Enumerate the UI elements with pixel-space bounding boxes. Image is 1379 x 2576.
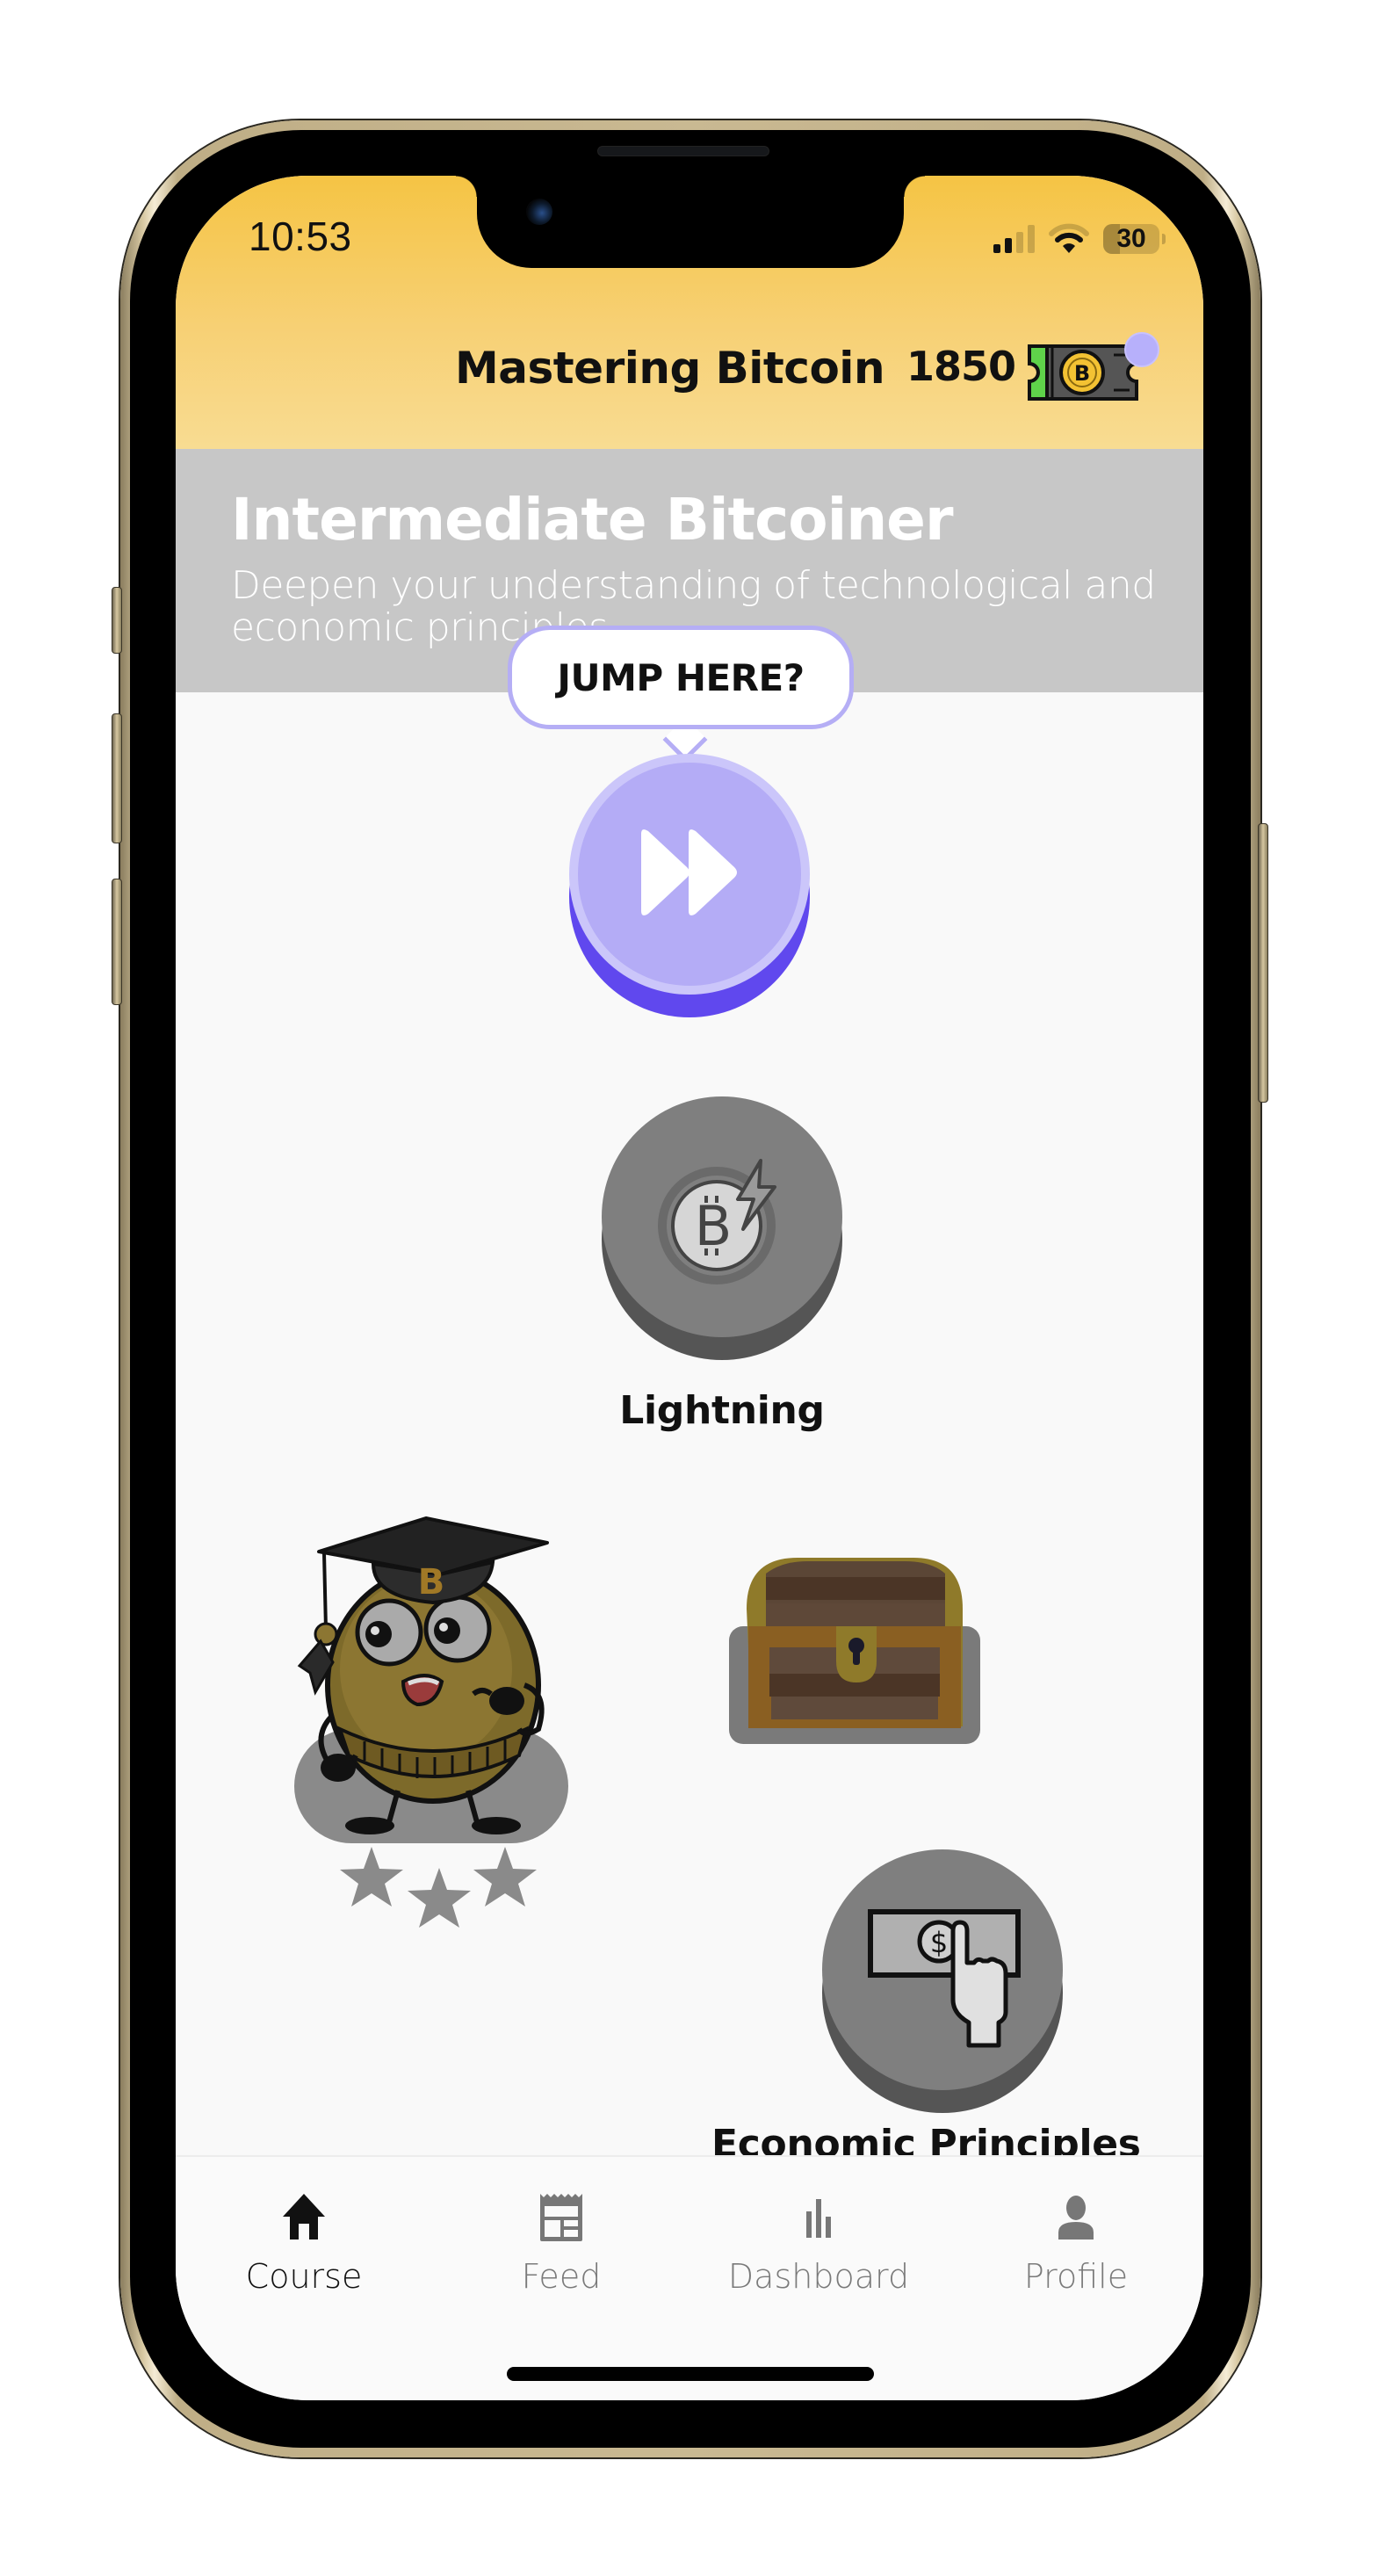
treasure-chest-icon[interactable] bbox=[729, 1542, 980, 1744]
points-count: 1850 bbox=[906, 343, 1016, 390]
tab-course[interactable]: Course bbox=[207, 2189, 401, 2296]
svg-text:B: B bbox=[1074, 361, 1090, 386]
person-icon bbox=[1058, 2196, 1094, 2240]
jump-here-bubble[interactable]: JUMP HERE? bbox=[508, 626, 854, 729]
front-camera bbox=[526, 199, 552, 225]
volume-up-button bbox=[112, 713, 122, 843]
jump-button-face bbox=[569, 754, 810, 995]
graduate-mascot[interactable]: B bbox=[294, 1474, 575, 1843]
tab-course-label: Course bbox=[245, 2257, 363, 2296]
volume-down-button bbox=[112, 879, 122, 1005]
home-icon bbox=[283, 2194, 325, 2240]
course-title[interactable]: Mastering Bitcoin bbox=[455, 343, 885, 394]
tab-bar: Course Feed Dashboard Profile bbox=[176, 2155, 1203, 2400]
svg-text:B: B bbox=[695, 1194, 733, 1258]
earpiece-speaker bbox=[597, 146, 769, 156]
cash-hand-icon: $ bbox=[868, 1909, 1021, 2048]
economic-node-face: $ bbox=[822, 1849, 1063, 2090]
tab-feed-label: Feed bbox=[521, 2257, 602, 2296]
power-button bbox=[1258, 823, 1268, 1103]
status-time: 10:53 bbox=[249, 213, 352, 259]
lesson-node-economic-principles[interactable]: $ bbox=[822, 1849, 1063, 2113]
notch bbox=[456, 176, 925, 268]
rating-stars bbox=[340, 1847, 537, 1928]
wifi-icon bbox=[1049, 223, 1089, 253]
signal-icon bbox=[993, 225, 1035, 253]
level-title: Intermediate Bitcoiner bbox=[231, 486, 953, 554]
newspaper-icon bbox=[540, 2194, 582, 2241]
battery-icon: 30 bbox=[1103, 224, 1166, 254]
fast-forward-icon bbox=[641, 829, 737, 915]
jump-here-text: JUMP HERE? bbox=[557, 655, 805, 699]
tab-dashboard-label: Dashboard bbox=[727, 2257, 910, 2296]
lightning-node-face: B bbox=[602, 1096, 842, 1337]
tab-feed[interactable]: Feed bbox=[465, 2189, 658, 2296]
tab-profile-label: Profile bbox=[1023, 2257, 1129, 2296]
bitcoin-lightning-icon: B bbox=[658, 1159, 776, 1284]
header: 10:53 30 Mastering Bitcoin 1850 B bbox=[176, 176, 1203, 449]
lightning-label: Lightning bbox=[619, 1388, 825, 1433]
bar-chart-icon bbox=[806, 2199, 831, 2238]
battery-level: 30 bbox=[1116, 224, 1146, 253]
tab-dashboard[interactable]: Dashboard bbox=[722, 2189, 915, 2296]
status-icons: 30 bbox=[993, 221, 1166, 257]
star-icon bbox=[473, 1847, 537, 1907]
svg-text:B: B bbox=[418, 1562, 445, 1603]
star-icon bbox=[408, 1868, 471, 1928]
notification-dot bbox=[1124, 332, 1159, 367]
lesson-node-lightning[interactable]: B bbox=[602, 1096, 842, 1360]
mute-switch bbox=[112, 587, 122, 654]
star-icon bbox=[340, 1847, 403, 1907]
jump-here-button[interactable] bbox=[569, 754, 810, 1017]
tab-profile[interactable]: Profile bbox=[979, 2189, 1173, 2296]
home-indicator[interactable] bbox=[507, 2367, 874, 2381]
svg-text:$: $ bbox=[930, 1926, 948, 1959]
screen: 10:53 30 Mastering Bitcoin 1850 B Interm… bbox=[176, 176, 1203, 2400]
